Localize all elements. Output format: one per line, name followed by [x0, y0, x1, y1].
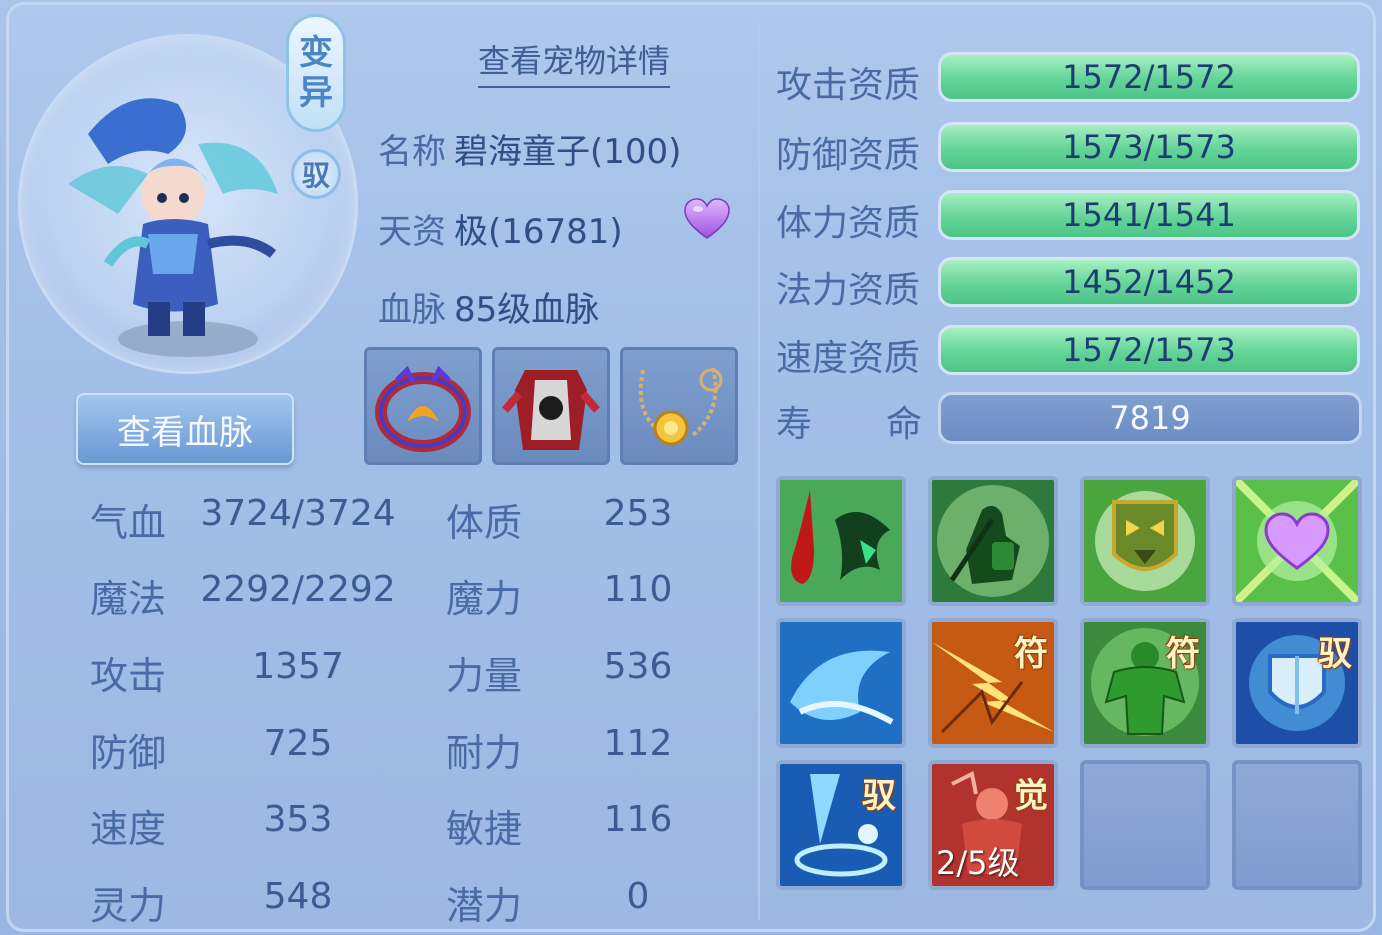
- pet-bloodline: 85级血脉: [454, 290, 600, 330]
- stat-value: 2292/2292: [200, 569, 396, 610]
- pet-talent: 极(16781): [454, 212, 623, 252]
- stat-value: 0: [626, 876, 650, 917]
- aptitude-label: 法力资质: [776, 270, 921, 311]
- pet-name: 碧海童子(100): [454, 132, 682, 172]
- stat-label: 体质: [446, 501, 523, 545]
- equipment-slot-necklace[interactable]: [620, 347, 738, 465]
- ring-icon: [375, 365, 471, 452]
- stat-label: 耐力: [446, 731, 523, 775]
- stat-value: 112: [603, 723, 673, 764]
- pet-avatar: [68, 98, 278, 357]
- green-shield-icon: [1084, 480, 1206, 602]
- armor-icon: [501, 370, 601, 450]
- skill-slot[interactable]: 符: [928, 618, 1058, 748]
- stat-label: 速度: [90, 807, 167, 851]
- aptitude-bar-speed: 1572/1573: [938, 325, 1360, 375]
- stat-label: 灵力: [90, 884, 167, 928]
- info-label: 天资: [378, 212, 446, 252]
- info-label: 血脉: [378, 290, 446, 330]
- skill-slot[interactable]: 驭: [1232, 618, 1362, 748]
- empty-skill-slot[interactable]: [1232, 760, 1362, 890]
- aptitude-label: 速度资质: [776, 338, 921, 379]
- ride-badge: 驭: [291, 149, 341, 199]
- skill-slot[interactable]: 符: [1080, 618, 1210, 748]
- aptitude-label: 攻击资质: [776, 65, 921, 106]
- empty-skill-slot[interactable]: [1080, 760, 1210, 890]
- stat-value: 3724/3724: [200, 493, 396, 534]
- skill-slot[interactable]: [1232, 476, 1362, 606]
- skill-tag: 符: [1014, 634, 1048, 674]
- pet-talent-row: 天资 极(16781): [378, 204, 623, 253]
- skill-slot[interactable]: [776, 618, 906, 748]
- stat-value: 536: [603, 646, 673, 687]
- pet-bloodline-row: 血脉 85级血脉: [378, 282, 599, 331]
- stat-label: 魔力: [446, 577, 523, 621]
- life-label-b: 命: [886, 404, 923, 445]
- skill-tag: 驭: [862, 776, 896, 816]
- aptitude-bar-magic: 1452/1452: [938, 257, 1360, 307]
- water-wave-icon: [780, 622, 902, 744]
- stat-label: 潜力: [446, 884, 523, 928]
- heart-icon[interactable]: [684, 198, 730, 240]
- aptitude-label: 体力资质: [776, 203, 921, 244]
- aptitude-bar-defense: 1573/1573: [938, 122, 1360, 172]
- stat-label: 敏捷: [446, 807, 523, 851]
- stat-value: 116: [603, 799, 673, 840]
- shadow-warrior-icon: [932, 480, 1054, 602]
- view-pet-detail-link[interactable]: 查看宠物详情: [478, 36, 671, 88]
- heart-star-icon: [1236, 480, 1358, 602]
- mutate-badge-char: 变: [299, 33, 333, 73]
- blood-claw-icon: [780, 480, 902, 602]
- stat-label: 气血: [90, 501, 167, 545]
- stat-value: 548: [263, 876, 333, 917]
- skill-slot[interactable]: 驭: [776, 760, 906, 890]
- info-label: 名称: [378, 132, 446, 172]
- skill-slot[interactable]: [776, 476, 906, 606]
- skill-tag: 符: [1166, 634, 1200, 674]
- mutate-badge-char: 异: [299, 73, 333, 113]
- necklace-icon: [638, 367, 723, 446]
- skill-slot[interactable]: [1080, 476, 1210, 606]
- stat-value: 725: [263, 723, 333, 764]
- stat-value: 110: [603, 569, 673, 610]
- stat-label: 攻击: [90, 654, 167, 698]
- view-bloodline-button[interactable]: 查看血脉: [76, 393, 294, 465]
- skill-tag: 驭: [1318, 634, 1352, 674]
- stat-value: 253: [603, 493, 673, 534]
- stat-label: 魔法: [90, 577, 167, 621]
- skill-slot[interactable]: [928, 476, 1058, 606]
- aptitude-bar-attack: 1572/1572: [938, 52, 1360, 102]
- skill-slot[interactable]: 觉 2/5级: [928, 760, 1058, 890]
- equipment-slot-ring[interactable]: [364, 347, 482, 465]
- life-label-a: 寿: [776, 404, 813, 445]
- stat-value: 353: [263, 799, 333, 840]
- panel-divider: [758, 20, 760, 920]
- skill-level: 2/5级: [936, 844, 1020, 882]
- aptitude-bar-stamina: 1541/1541: [938, 190, 1360, 240]
- stat-label: 防御: [90, 731, 167, 775]
- aptitude-label: 防御资质: [776, 135, 921, 176]
- mutate-badge: 变 异: [286, 14, 346, 132]
- stat-value: 1357: [252, 646, 344, 687]
- pet-name-row: 名称 碧海童子(100): [378, 124, 681, 173]
- equipment-slot-armor[interactable]: [492, 347, 610, 465]
- stat-label: 力量: [446, 654, 523, 698]
- life-bar: 7819: [938, 392, 1362, 444]
- skill-tag: 觉: [1014, 776, 1048, 816]
